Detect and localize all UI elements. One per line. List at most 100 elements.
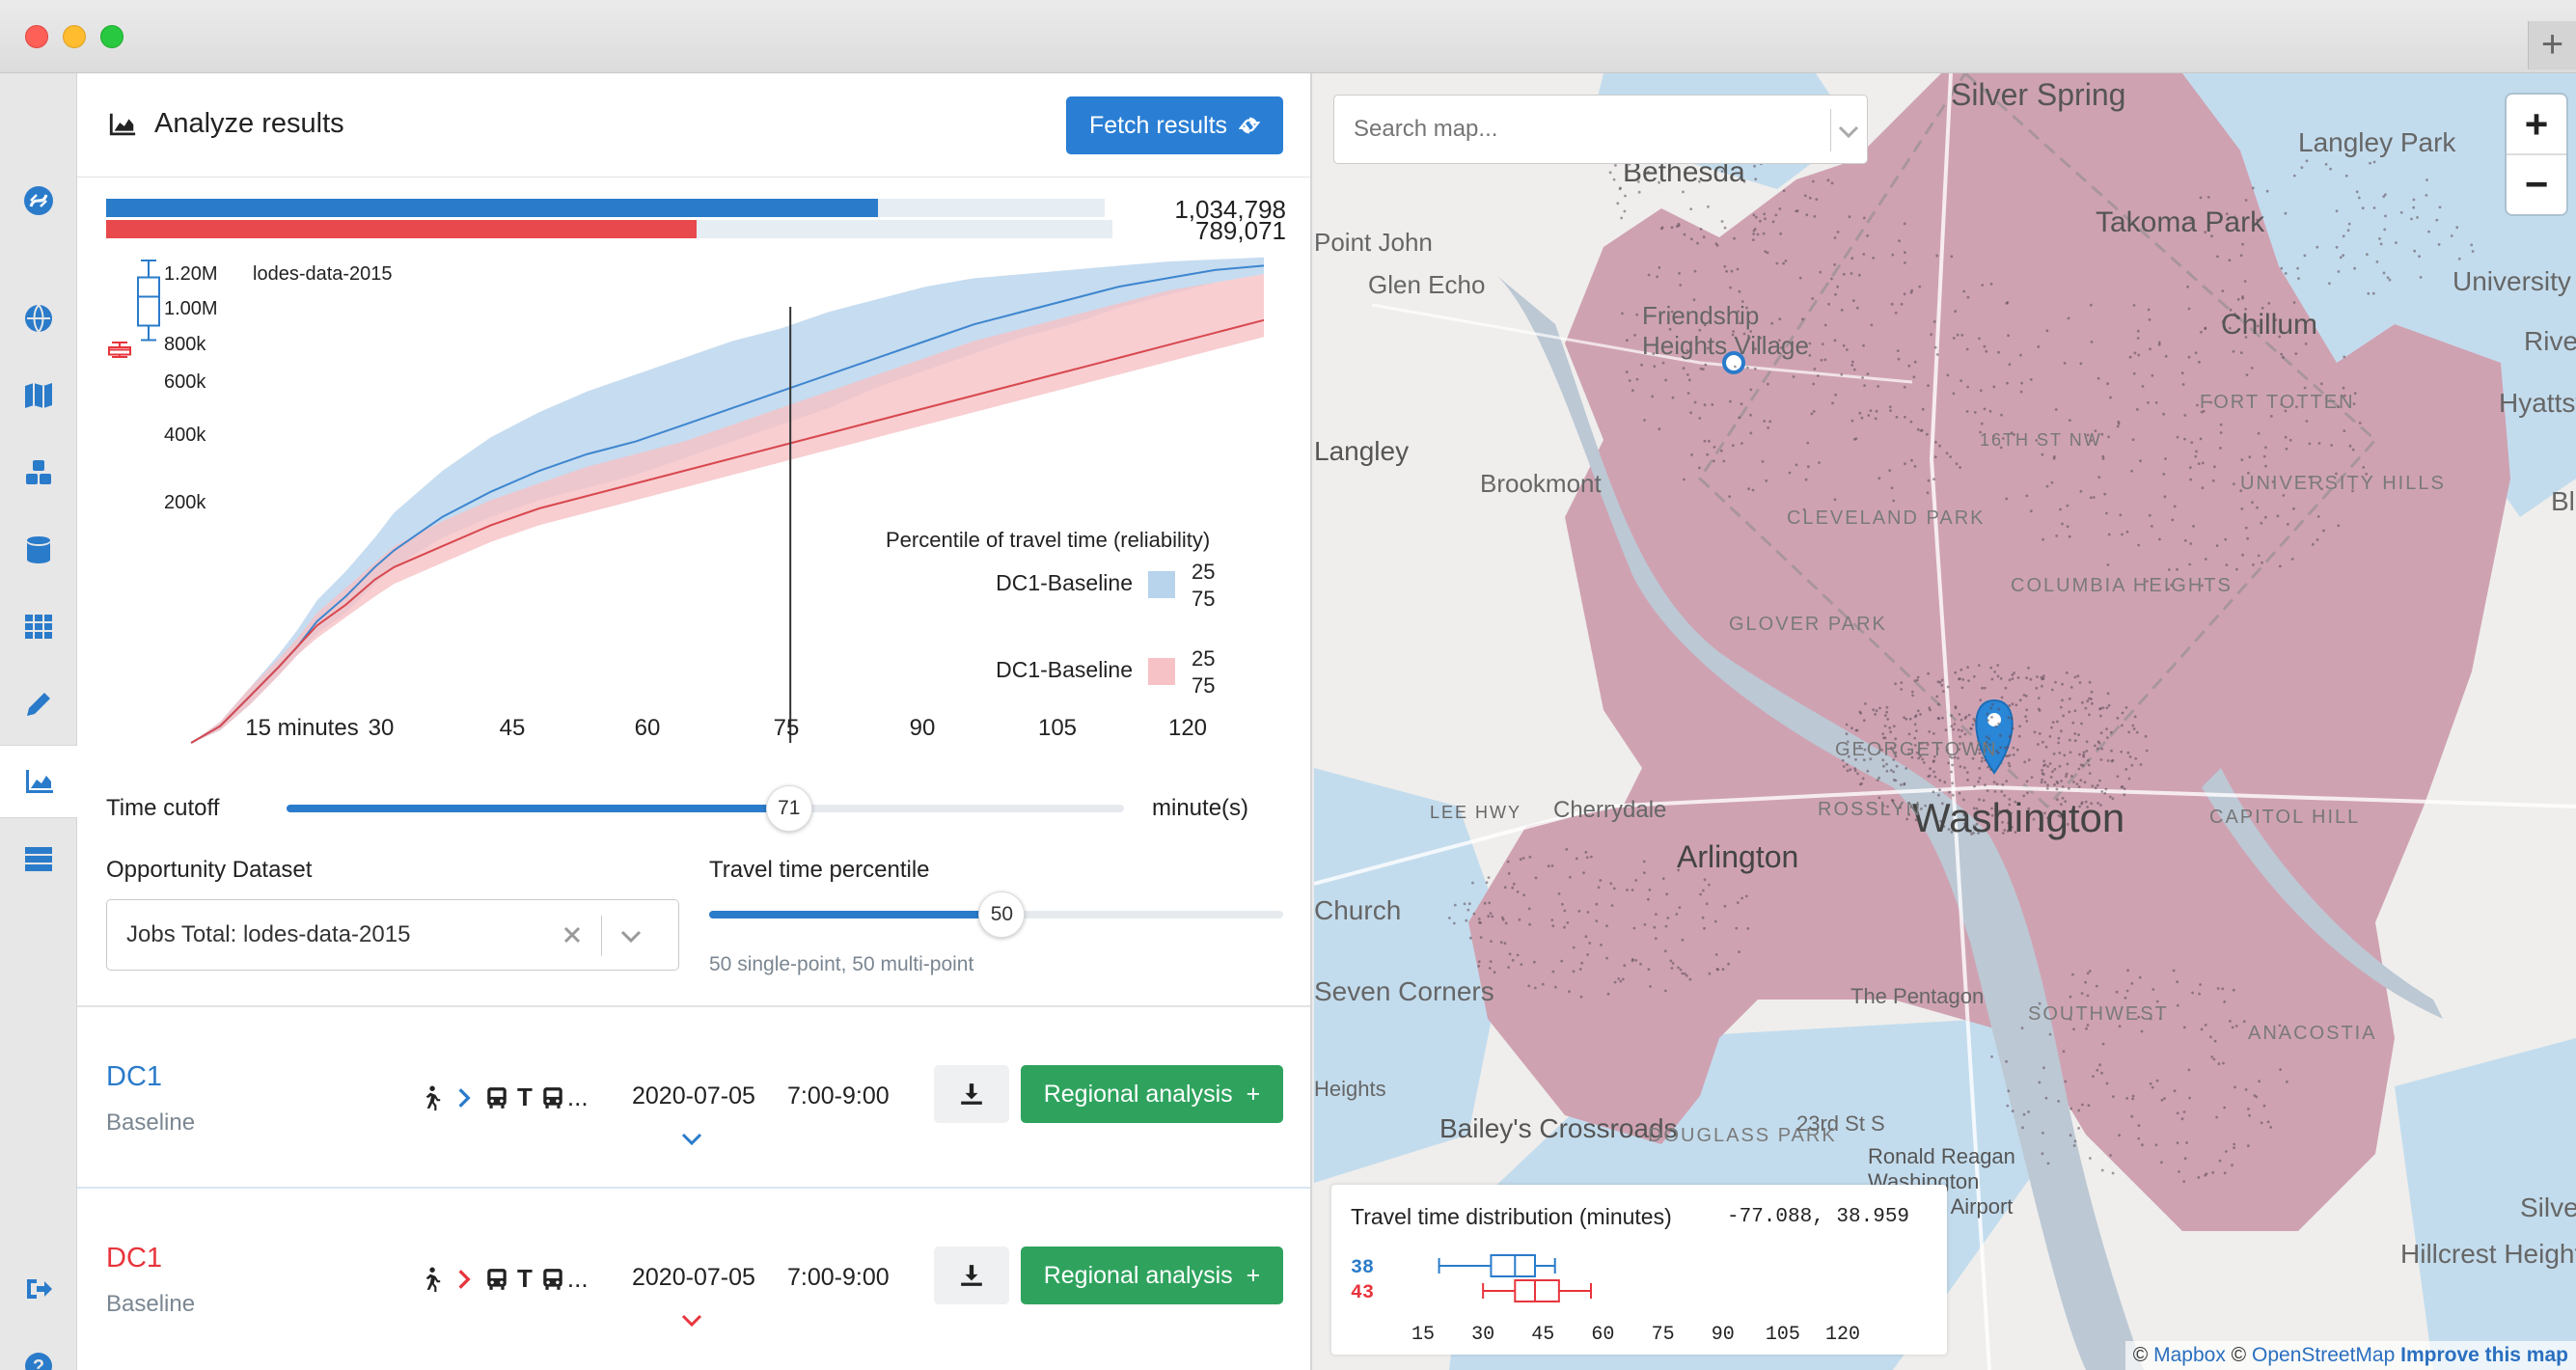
legend-series-name: DC1-Baseline	[996, 657, 1133, 682]
map-place-label: Point John	[1314, 228, 1433, 257]
chevron-down-icon[interactable]	[1836, 121, 1861, 142]
zoom-in-button[interactable]: +	[2507, 95, 2566, 154]
help-icon[interactable]: ?	[0, 1329, 77, 1370]
maximize-window-button[interactable]	[100, 25, 123, 48]
walk-icon	[425, 1267, 441, 1292]
new-tab-button[interactable]: +	[2528, 21, 2576, 69]
map-search-input[interactable]	[1334, 96, 1817, 163]
more-modes-ellipsis: ...	[566, 1082, 589, 1111]
map-place-label: Rosslyn	[1818, 799, 1923, 820]
clear-icon[interactable]	[561, 923, 584, 946]
accessibility-boxplot	[108, 342, 131, 358]
time-cutoff-handle[interactable]: 71	[765, 785, 812, 832]
map-icon[interactable]	[0, 359, 77, 432]
regional-analysis-button[interactable]: Regional analysis +	[1021, 1065, 1283, 1123]
map-place-label: University	[2453, 266, 2571, 296]
bus-icon	[543, 1268, 562, 1290]
close-window-button[interactable]	[25, 25, 48, 48]
database-icon[interactable]	[0, 513, 77, 587]
map-place-label: Friendship Heights Village	[1642, 301, 1809, 360]
copyright-symbol: ©	[2231, 1344, 2247, 1366]
chevron-right-icon	[458, 1269, 471, 1289]
regions-globe-icon[interactable]	[0, 282, 77, 355]
project-name[interactable]: DC1	[106, 1243, 162, 1274]
map-place-label: Bailey's Crossroads	[1439, 1113, 1678, 1143]
distribution-box	[1438, 1254, 1556, 1277]
analyze-results-panel: Analyze results Fetch results 1,034,798 7…	[77, 73, 1312, 1370]
map-place-label: Langley	[1314, 436, 1410, 466]
legend-percentile-high: 75	[1192, 587, 1215, 611]
distribution-tick-label: 45	[1531, 1324, 1554, 1346]
map-place-label: Cleveland Park	[1787, 507, 1986, 529]
search-divider	[1830, 109, 1831, 151]
openstreetmap-link[interactable]: OpenStreetMap	[2252, 1344, 2395, 1366]
grid-icon[interactable]	[0, 590, 77, 664]
x-tick-label: 75	[774, 715, 800, 741]
map-view[interactable]: Silver Spring Langley Park Bethesda Takoma …	[1314, 73, 2576, 1370]
server-icon[interactable]	[0, 822, 77, 895]
opportunity-dataset-select[interactable]: Jobs Total: lodes-data-2015	[106, 899, 679, 971]
plus-icon: +	[1246, 1080, 1261, 1108]
project-name[interactable]: DC1	[106, 1061, 162, 1093]
pencil-icon[interactable]	[0, 668, 77, 741]
map-place-label: Glen Echo	[1368, 270, 1486, 299]
minimize-window-button[interactable]	[63, 25, 86, 48]
subway-letter: T	[517, 1082, 533, 1111]
time-cutoff-slider[interactable]	[287, 805, 1124, 812]
select-divider	[601, 916, 602, 956]
sign-out-icon[interactable]	[0, 1252, 77, 1326]
travel-modes: T...	[419, 1082, 589, 1112]
legend-series-name: DC1-Baseline	[996, 570, 1133, 595]
map-place-label: Lee Hwy	[1430, 803, 1522, 822]
map-place-label: University Hills	[2240, 473, 2446, 494]
distribution-tick-label: 120	[1825, 1324, 1860, 1346]
map-place-label: Arlington	[1677, 839, 1799, 874]
regional-analysis-button[interactable]: Regional analysis +	[1021, 1247, 1283, 1304]
mapbox-link[interactable]: Mapbox	[2153, 1344, 2226, 1366]
zoom-controls: + −	[2507, 95, 2566, 214]
map-place-label: The Pentagon	[1850, 984, 1985, 1008]
improve-map-link[interactable]: Improve this map	[2400, 1344, 2568, 1366]
distribution-median-label: 38	[1351, 1257, 1374, 1279]
chevron-down-icon[interactable]	[618, 925, 644, 946]
map-place-label: Washington	[1912, 795, 2125, 840]
map-place-label: 16th St NW	[1980, 430, 2102, 450]
map-place-label: Langley Park	[2298, 127, 2456, 157]
accessibility-boxplot	[137, 260, 160, 342]
travel-time-percentile-handle[interactable]: 50	[978, 891, 1026, 938]
row-divider	[77, 1005, 1310, 1007]
analysis-date: 2020-07-05	[632, 1082, 755, 1110]
row-divider	[77, 1187, 1310, 1189]
y-tick-label: 200k	[164, 492, 206, 513]
distribution-box	[1482, 1279, 1592, 1302]
y-tick-label: 600k	[164, 371, 206, 393]
distribution-tick-label: 60	[1591, 1324, 1614, 1346]
bus-icon	[487, 1268, 507, 1290]
travel-time-percentile-label: Travel time percentile	[709, 857, 930, 883]
expand-chevron-icon[interactable]	[679, 1312, 704, 1334]
map-place-label: Chillum	[2221, 309, 2318, 341]
logo-icon[interactable]	[0, 164, 77, 237]
walk-icon	[425, 1085, 441, 1110]
download-button[interactable]	[934, 1247, 1009, 1304]
boxplot-dataset-label: lodes-data-2015	[253, 263, 393, 285]
map-search-box[interactable]	[1333, 95, 1868, 164]
map-place-label: Brookmont	[1480, 469, 1602, 498]
legend-percentile-low: 25	[1192, 560, 1215, 584]
distribution-tick-label: 75	[1652, 1324, 1675, 1346]
x-tick-label: 90	[910, 715, 936, 741]
chart-area-icon[interactable]	[0, 745, 78, 818]
map-place-label: Fort Totten	[2200, 392, 2355, 413]
y-tick-label: 1.00M	[164, 298, 218, 319]
download-button[interactable]	[934, 1065, 1009, 1123]
bus-icon	[487, 1086, 507, 1109]
zoom-out-button[interactable]: −	[2507, 154, 2566, 214]
analysis-time-window: 7:00-9:00	[787, 1264, 890, 1291]
time-cutoff-fill	[287, 805, 789, 812]
expand-chevron-icon[interactable]	[679, 1131, 704, 1153]
distribution-tick-label: 105	[1766, 1324, 1800, 1346]
copyright-symbol: ©	[2132, 1344, 2149, 1366]
bus-icon	[543, 1086, 562, 1109]
cubes-icon[interactable]	[0, 436, 77, 509]
map-place-label: Riverdale	[2524, 326, 2576, 356]
